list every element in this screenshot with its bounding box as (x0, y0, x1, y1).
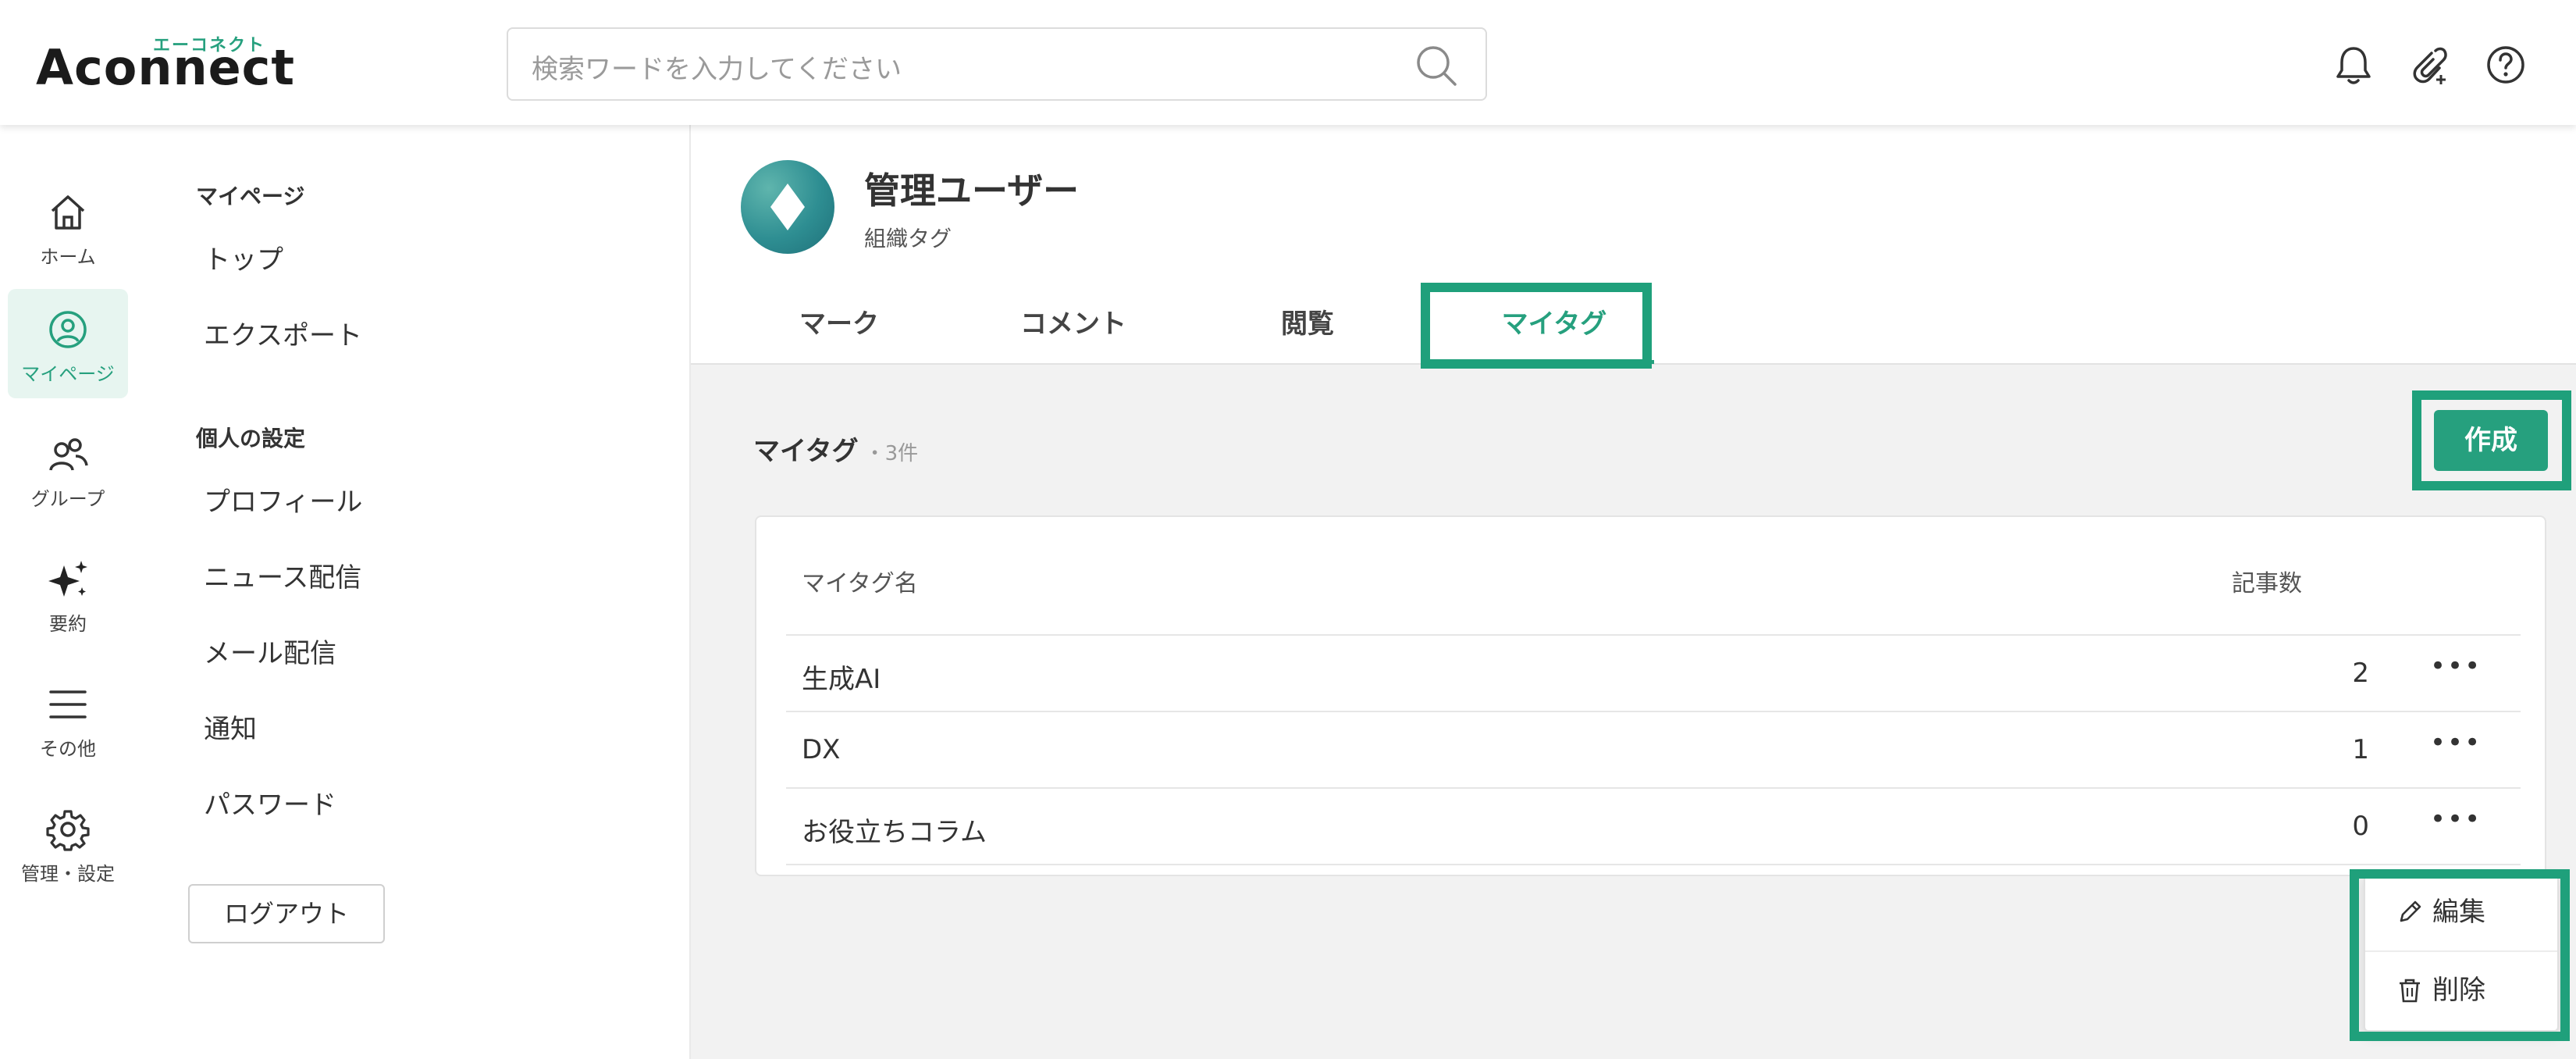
table-row[interactable]: DX 1 ••• (786, 712, 2521, 789)
search-input[interactable]: 検索ワードを入力してください (532, 48, 902, 86)
sidebar-item-top[interactable]: トップ (204, 238, 283, 276)
bell-icon[interactable] (2334, 44, 2373, 86)
rail-item-summary[interactable]: 要約 (8, 539, 128, 648)
sidebar-item-profile[interactable]: プロフィール (204, 480, 362, 519)
column-header-article-count: 記事数 (2232, 570, 2302, 597)
rail-item-mypage[interactable]: マイページ (8, 289, 128, 398)
sidebar-item-export[interactable]: エクスポート (204, 314, 362, 352)
main-content: 管理ユーザー 組織タグ マーク コメント 閲覧 マイタグ マイタグ ・3件 作成 … (691, 125, 2576, 1059)
rail-label-admin-settings: 管理・設定 (21, 863, 115, 885)
profile-name: 管理ユーザー (864, 169, 1080, 212)
home-icon (51, 195, 85, 230)
profile-org-tag: 組織タグ (864, 226, 952, 251)
tab-highlight-box (1421, 283, 1652, 369)
logo-initial: A (36, 39, 74, 96)
rail-label-mypage: マイページ (21, 363, 115, 385)
search-icon[interactable] (1414, 43, 1459, 88)
mypage-sidebar: マイページ トップ エクスポート 個人の設定 プロフィール ニュース配信 メール… (143, 125, 691, 1059)
more-options-icon[interactable]: ••• (2430, 653, 2482, 679)
rail-item-home[interactable]: ホーム (8, 172, 128, 281)
profile-header: 管理ユーザー 組織タグ (691, 125, 2576, 287)
mytags-table: マイタグ名 記事数 生成AI 2 ••• DX 1 ••• お役立ちコラム 0 … (755, 515, 2546, 876)
rail-label-other: その他 (40, 738, 96, 760)
app-logo[interactable]: Aconnect (36, 39, 295, 96)
tag-name: 生成AI (802, 664, 881, 695)
logout-button[interactable]: ログアウト (188, 884, 385, 943)
tab-comment[interactable]: コメント (972, 285, 1175, 363)
top-header: エーコネクト Aconnect 検索ワードを入力してください (0, 0, 2576, 125)
section-title-text: マイタグ (753, 436, 859, 467)
column-header-name: マイタグ名 (802, 570, 918, 597)
sidebar-section-mypage: マイページ (196, 184, 305, 209)
sparkle-icon (48, 561, 87, 597)
article-count: 2 (2352, 658, 2369, 689)
create-highlight-box (2412, 390, 2571, 490)
group-icon (49, 438, 88, 471)
more-options-icon[interactable]: ••• (2430, 806, 2482, 833)
menu-highlight-box (2350, 869, 2570, 1041)
search-box[interactable]: 検索ワードを入力してください (507, 27, 1487, 101)
rail-label-home: ホーム (40, 246, 96, 268)
article-count: 0 (2352, 811, 2369, 842)
help-icon[interactable] (2485, 44, 2527, 86)
sidebar-item-password[interactable]: パスワード (204, 783, 336, 822)
user-circle-icon (49, 311, 87, 348)
table-row[interactable]: お役立ちコラム 0 ••• (786, 789, 2521, 865)
avatar (741, 160, 834, 254)
more-options-icon[interactable]: ••• (2430, 729, 2482, 756)
tag-name: お役立ちコラム (802, 817, 987, 848)
paperclip-plus-icon[interactable] (2407, 44, 2449, 86)
rail-item-admin-settings[interactable]: 管理・設定 (8, 789, 128, 898)
menu-icon (49, 690, 87, 718)
rail-item-other[interactable]: その他 (8, 664, 128, 773)
table-row[interactable]: 生成AI 2 ••• (786, 636, 2521, 712)
tab-view-history[interactable]: 閲覧 (1222, 285, 1393, 363)
rail-label-summary: 要約 (49, 613, 87, 635)
rail-item-group[interactable]: グループ (8, 414, 128, 523)
sidebar-section-personal-settings: 個人の設定 (196, 426, 306, 451)
logo-text: connect (73, 39, 296, 96)
sidebar-item-mail-delivery[interactable]: メール配信 (204, 632, 336, 670)
rail-label-group: グループ (30, 488, 105, 510)
tab-mark[interactable]: マーク (753, 285, 925, 363)
diamond-logo-icon (770, 184, 805, 230)
icon-rail: ホーム マイページ グループ 要約 その他 管理・設定 (0, 125, 144, 1059)
section-title: マイタグ ・3件 (753, 430, 918, 468)
article-count: 1 (2352, 734, 2369, 765)
tag-name: DX (802, 734, 841, 765)
sidebar-item-notifications[interactable]: 通知 (204, 708, 257, 746)
sidebar-item-news-delivery[interactable]: ニュース配信 (204, 556, 361, 594)
section-count: ・3件 (864, 442, 919, 465)
gear-icon (46, 810, 90, 851)
